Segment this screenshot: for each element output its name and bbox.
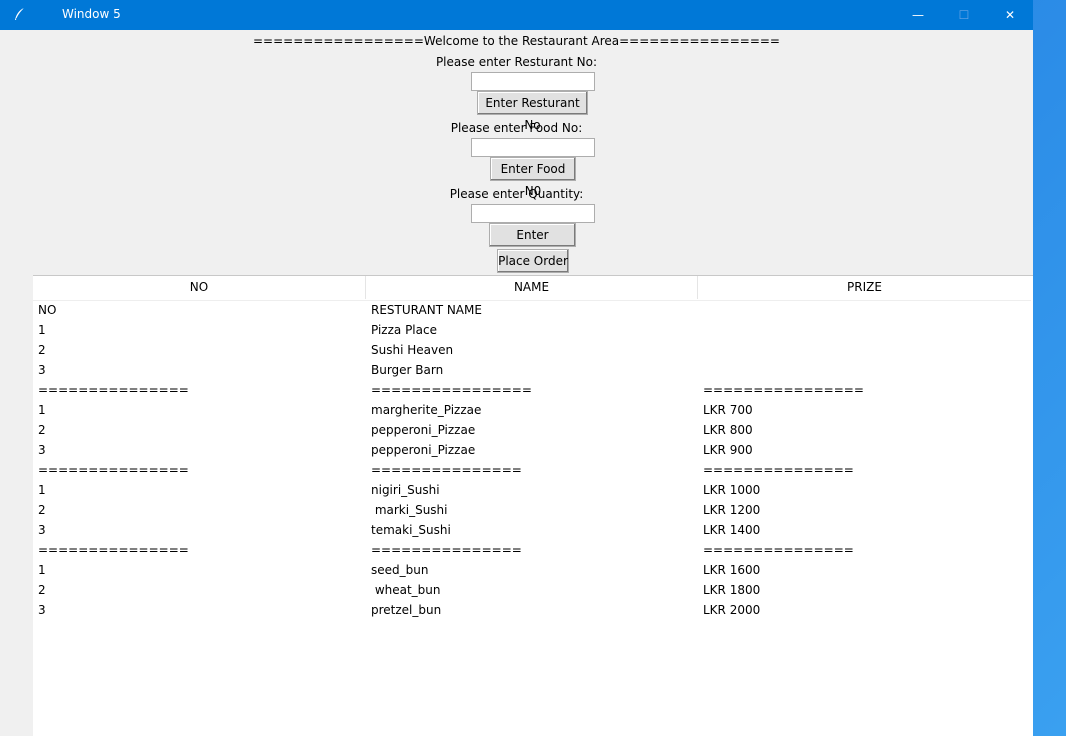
cell-no: 2 (38, 423, 46, 437)
cell-no: 2 (38, 503, 46, 517)
cell-name: temaki_Sushi (371, 523, 451, 537)
cell-name: Sushi Heaven (371, 343, 454, 357)
table-row[interactable]: 2 Sushi Heaven (33, 340, 1031, 360)
table-body: NO RESTURANT NAME 1 Pizza Place 2 Sushi Heave… (33, 300, 1031, 620)
cell-name: seed_bun (371, 563, 429, 577)
cell-no: 3 (38, 523, 46, 537)
cell-name: =============== (371, 463, 522, 477)
table-row[interactable]: 1 Pizza Place (33, 320, 1031, 340)
column-header-no[interactable]: NO (33, 276, 366, 299)
cell-name: margherite_Pizzae (371, 403, 482, 417)
table-header: NO NAME PRIZE (33, 276, 1031, 301)
cell-no: 1 (38, 483, 46, 497)
cell-name: Pizza Place (371, 323, 437, 337)
table-row[interactable]: 1 margherite_Pizzae LKR 700 (33, 400, 1031, 420)
cell-no: 1 (38, 563, 46, 577)
column-header-name[interactable]: NAME (366, 276, 698, 299)
enter-quantity-button[interactable]: Enter Quantity (489, 223, 576, 264)
table-row[interactable]: 3 pepperoni_Pizzae LKR 900 (33, 440, 1031, 460)
cell-name: ================ (371, 383, 532, 397)
cell-name: nigiri_Sushi (371, 483, 440, 497)
cell-no: 2 (38, 583, 46, 597)
restaurant-no-label: Please enter Resturant No: (435, 55, 598, 69)
cell-no: =============== (38, 463, 189, 477)
cell-name: =============== (371, 543, 522, 557)
cell-prize: ================ (703, 383, 864, 397)
table-row[interactable]: 3 temaki_Sushi LKR 1400 (33, 520, 1031, 540)
cell-name: pepperoni_Pizzae (371, 423, 476, 437)
table-row[interactable]: 1 nigiri_Sushi LKR 1000 (33, 480, 1031, 500)
cell-no: =============== (38, 543, 189, 557)
table-row[interactable]: NO RESTURANT NAME (33, 300, 1031, 320)
food-no-label: Please enter Food No: (450, 121, 583, 135)
welcome-banner: =================Welcome to the Restaura… (252, 34, 780, 48)
cell-prize: LKR 800 (703, 423, 753, 437)
title-bar[interactable]: Window 5 — ☐ ✕ (0, 0, 1033, 30)
app-window: Window 5 — ☐ ✕ =================Welcome … (0, 0, 1033, 736)
cell-no: 2 (38, 343, 46, 357)
cell-name: marki_Sushi (371, 503, 448, 517)
enter-restaurant-button[interactable]: Enter Resturant No (477, 91, 588, 132)
table-row[interactable]: =============== =============== ==========… (33, 460, 1031, 480)
cell-prize: LKR 1800 (703, 583, 761, 597)
cell-no: 1 (38, 403, 46, 417)
order-form: =================Welcome to the Restaura… (0, 30, 1033, 275)
table-row[interactable]: 2 marki_Sushi LKR 1200 (33, 500, 1031, 520)
food-no-input[interactable] (471, 138, 595, 157)
menu-table[interactable]: NO NAME PRIZE NO RESTURANT NAME 1 Pizza Pla… (33, 275, 1033, 736)
table-row[interactable]: ========================================… (33, 380, 1031, 400)
table-row[interactable]: 1 seed_bun LKR 1600 (33, 560, 1031, 580)
cell-no: NO (38, 303, 57, 317)
cell-name: RESTURANT NAME (371, 303, 482, 317)
cell-prize: LKR 1000 (703, 483, 761, 497)
window-title: Window 5 (62, 7, 121, 21)
table-row[interactable]: 2 wheat_bun LKR 1800 (33, 580, 1031, 600)
enter-food-button[interactable]: Enter Food N0 (490, 157, 576, 198)
cell-prize: LKR 1600 (703, 563, 761, 577)
quantity-label: Please enter Quantity: (449, 187, 584, 201)
minimize-button[interactable]: — (895, 0, 941, 30)
cell-prize: LKR 1400 (703, 523, 761, 537)
place-order-button[interactable]: Place Order (497, 249, 569, 273)
table-row[interactable]: 3 Burger Barn (33, 360, 1031, 380)
cell-no: 3 (38, 363, 46, 377)
cell-name: pretzel_bun (371, 603, 442, 617)
cell-prize: =============== (703, 543, 854, 557)
cell-no: 3 (38, 443, 46, 457)
restaurant-no-input[interactable] (471, 72, 595, 91)
cell-prize: =============== (703, 463, 854, 477)
table-row[interactable]: 2 pepperoni_Pizzae LKR 800 (33, 420, 1031, 440)
cell-no: 3 (38, 603, 46, 617)
cell-name: wheat_bun (371, 583, 441, 597)
cell-no: =============== (38, 383, 189, 397)
cell-prize: LKR 1200 (703, 503, 761, 517)
cell-name: pepperoni_Pizzae (371, 443, 476, 457)
cell-prize: LKR 900 (703, 443, 753, 457)
cell-prize: LKR 700 (703, 403, 753, 417)
quantity-input[interactable] (471, 204, 595, 223)
close-button[interactable]: ✕ (987, 0, 1033, 30)
feather-icon (12, 6, 28, 22)
cell-name: Burger Barn (371, 363, 444, 377)
cell-no: 1 (38, 323, 46, 337)
table-row[interactable]: =============== =============== ==========… (33, 540, 1031, 560)
table-row[interactable]: 3 pretzel_bun LKR 2000 (33, 600, 1031, 620)
cell-prize: LKR 2000 (703, 603, 761, 617)
maximize-button[interactable]: ☐ (941, 0, 987, 30)
column-header-prize[interactable]: PRIZE (698, 276, 1031, 299)
